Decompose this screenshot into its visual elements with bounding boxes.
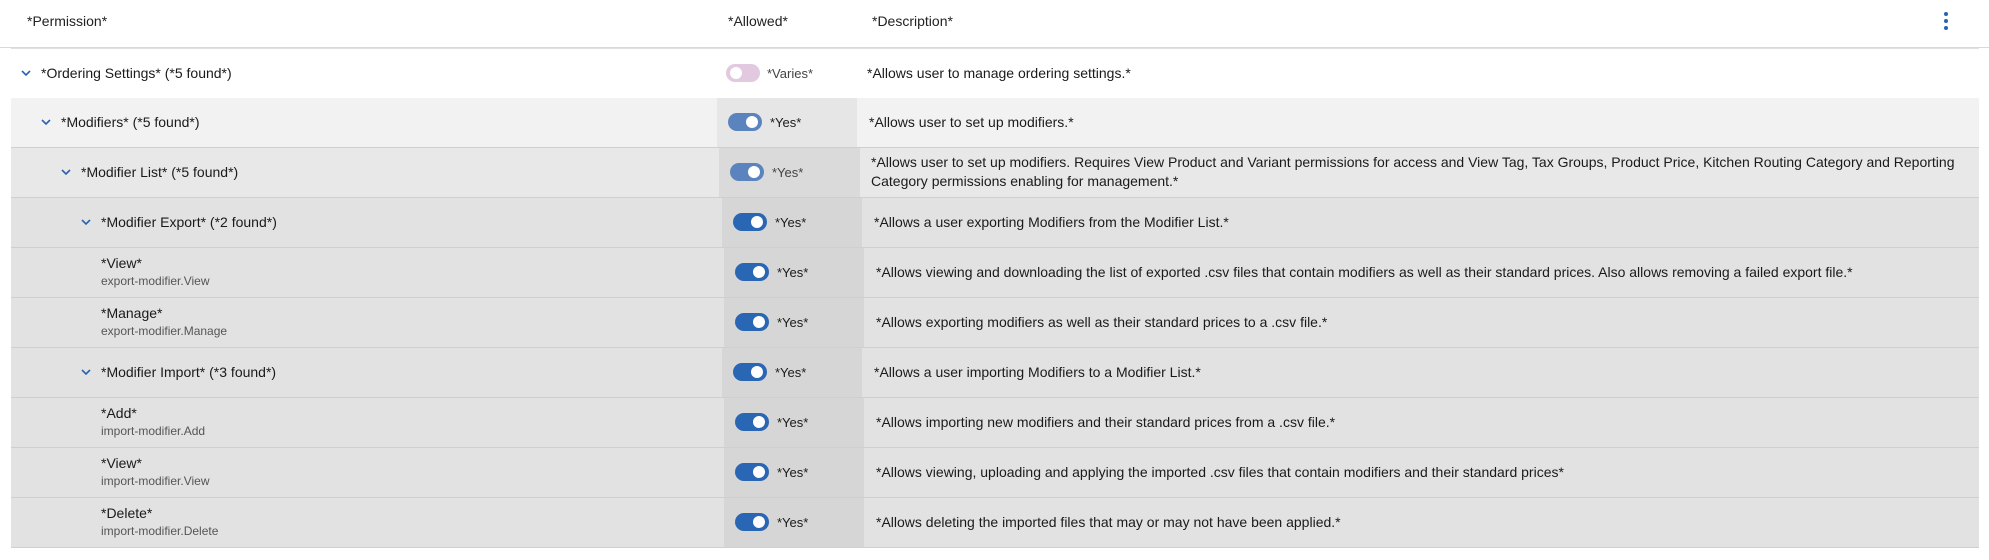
- allowed-toggle[interactable]: [733, 363, 767, 381]
- allowed-value: *Yes*: [777, 415, 809, 430]
- toggle-knob: [753, 466, 765, 478]
- toggle-knob: [753, 516, 765, 528]
- table-row-import-delete: *Delete* import-modifier.Delete *Yes* *A…: [11, 498, 1979, 548]
- toggle-knob: [751, 216, 763, 228]
- table-row-modifier-import: *Modifier Import* (*3 found*) *Yes* *All…: [11, 348, 1979, 398]
- allowed-toggle[interactable]: [735, 463, 769, 481]
- table-row-import-view: *View* import-modifier.View *Yes* *Allow…: [11, 448, 1979, 498]
- permission-label: *Delete*: [101, 505, 153, 521]
- chevron-down-icon[interactable]: [39, 115, 53, 129]
- permission-code: import-modifier.Delete: [101, 524, 219, 538]
- toggle-knob: [748, 166, 760, 178]
- permission-description: *Allows exporting modifiers as well as t…: [876, 314, 1328, 330]
- permission-description: *Allows viewing and downloading the list…: [876, 264, 1853, 280]
- table-row-export-manage: *Manage* export-modifier.Manage *Yes* *A…: [11, 298, 1979, 348]
- allowed-value: *Yes*: [777, 315, 809, 330]
- allowed-toggle[interactable]: [735, 513, 769, 531]
- permission-label: *View*: [101, 455, 142, 471]
- permission-code: export-modifier.View: [101, 274, 210, 288]
- permission-description: *Allows viewing, uploading and applying …: [876, 464, 1564, 480]
- permission-description: *Allows user to manage ordering settings…: [867, 65, 1131, 81]
- table-row-modifier-list: *Modifier List* (*5 found*) *Yes* *Allow…: [11, 148, 1979, 198]
- allowed-column-header: *Allowed*: [728, 13, 788, 29]
- allowed-toggle[interactable]: [735, 313, 769, 331]
- table-row-import-add: *Add* import-modifier.Add *Yes* *Allows …: [11, 398, 1979, 448]
- table-row-modifier-export: *Modifier Export* (*2 found*) *Yes* *All…: [11, 198, 1979, 248]
- chevron-down-icon[interactable]: [79, 365, 93, 379]
- toggle-knob: [751, 366, 763, 378]
- permission-label: *Ordering Settings* (*5 found*): [41, 65, 232, 81]
- allowed-value: *Yes*: [775, 215, 807, 230]
- table-row-modifiers: *Modifiers* (*5 found*) *Yes* *Allows us…: [11, 98, 1979, 148]
- permission-label: *Add*: [101, 405, 137, 421]
- allowed-toggle[interactable]: [733, 213, 767, 231]
- table-header: *Permission* *Allowed* *Description*: [0, 0, 1989, 48]
- toggle-knob: [753, 316, 765, 328]
- permission-label: *Modifier List* (*5 found*): [81, 164, 239, 180]
- permission-description: *Allows importing new modifiers and thei…: [876, 414, 1336, 430]
- permission-label: *View*: [101, 255, 142, 271]
- permission-description: *Allows user to set up modifiers. Requir…: [871, 154, 1955, 189]
- permission-code: import-modifier.Add: [101, 424, 206, 438]
- allowed-toggle[interactable]: [726, 64, 760, 82]
- chevron-down-icon[interactable]: [79, 215, 93, 229]
- permission-description: *Allows a user importing Modifiers to a …: [874, 364, 1201, 380]
- permission-description: *Allows user to set up modifiers.*: [869, 114, 1074, 130]
- allowed-value: *Yes*: [770, 115, 802, 130]
- allowed-value: *Yes*: [777, 515, 809, 530]
- allowed-toggle[interactable]: [735, 263, 769, 281]
- toggle-knob: [730, 67, 742, 79]
- permission-label: *Manage*: [101, 305, 163, 321]
- chevron-down-icon[interactable]: [59, 165, 73, 179]
- chevron-down-icon[interactable]: [19, 66, 33, 80]
- allowed-value: *Yes*: [772, 165, 804, 180]
- permission-code: import-modifier.View: [101, 474, 210, 488]
- toggle-knob: [746, 116, 758, 128]
- permission-description: *Allows deleting the imported files that…: [876, 514, 1341, 530]
- more-options-icon[interactable]: [1938, 9, 1954, 33]
- description-column-header: *Description*: [872, 13, 953, 29]
- permission-code: export-modifier.Manage: [101, 324, 228, 338]
- allowed-toggle[interactable]: [735, 413, 769, 431]
- toggle-knob: [753, 266, 765, 278]
- permission-description: *Allows a user exporting Modifiers from …: [874, 214, 1229, 230]
- allowed-toggle[interactable]: [728, 113, 762, 131]
- table-row-export-view: *View* export-modifier.View *Yes* *Allow…: [11, 248, 1979, 298]
- permission-label: *Modifiers* (*5 found*): [61, 114, 200, 130]
- allowed-value: *Yes*: [777, 465, 809, 480]
- allowed-value: *Varies*: [767, 66, 814, 81]
- permission-label: *Modifier Export* (*2 found*): [101, 214, 277, 230]
- permission-column-header: *Permission*: [27, 13, 108, 29]
- permission-label: *Modifier Import* (*3 found*): [101, 364, 277, 380]
- allowed-value: *Yes*: [777, 265, 809, 280]
- table-row-ordering-settings: *Ordering Settings* (*5 found*) *Varies*…: [11, 48, 1979, 99]
- toggle-knob: [753, 416, 765, 428]
- allowed-toggle[interactable]: [730, 163, 764, 181]
- allowed-value: *Yes*: [775, 365, 807, 380]
